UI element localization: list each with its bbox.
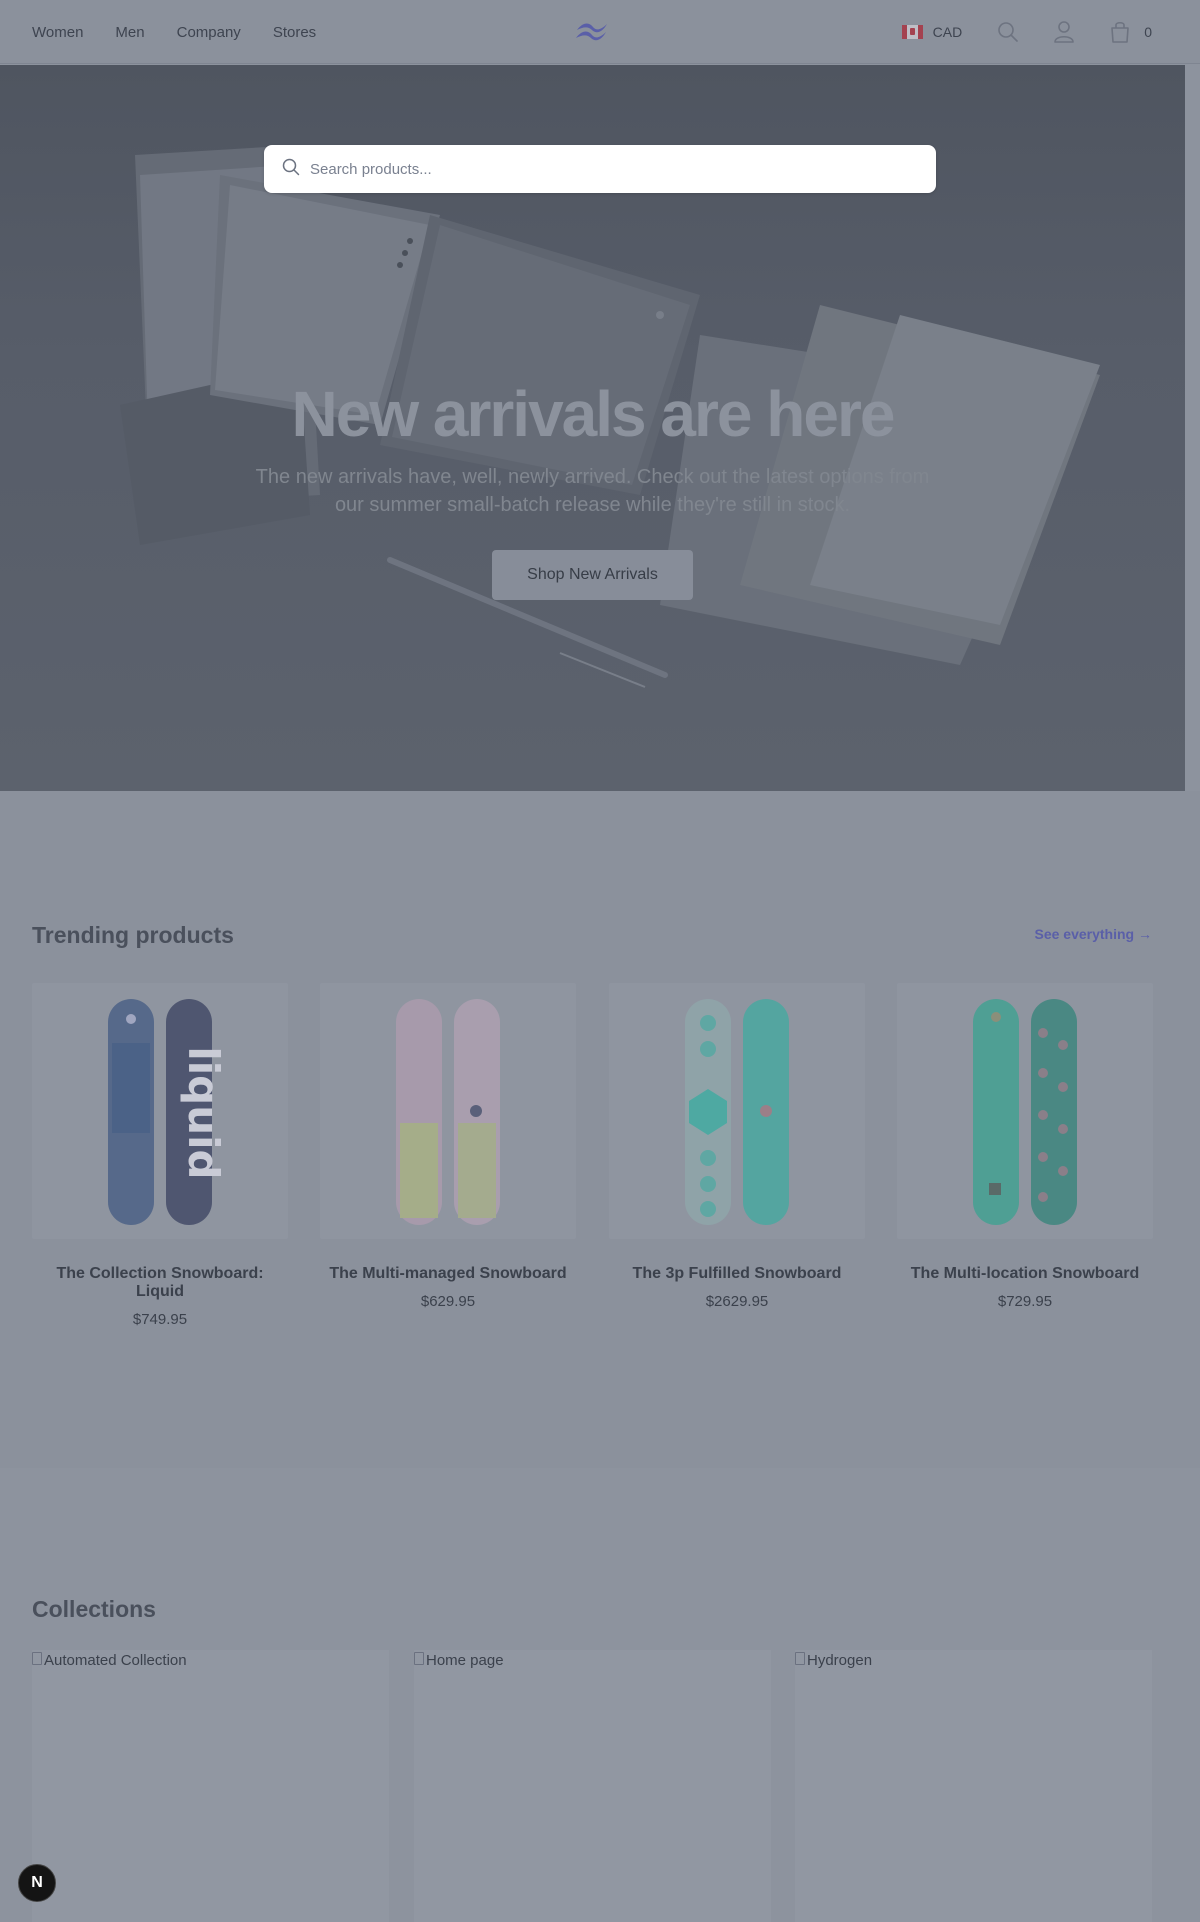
shop-new-arrivals-button[interactable]: Shop New Arrivals — [492, 550, 693, 600]
header-actions: CAD 0 — [901, 0, 1152, 64]
user-account-icon[interactable] — [1052, 20, 1076, 44]
hero-title: New arrivals are here — [291, 378, 896, 450]
product-card[interactable]: liquid The Collection Snowboard: Liquid … — [32, 983, 288, 1328]
hero-banner: New arrivals are here The new arrivals h… — [0, 65, 1185, 791]
main-nav: Women Men Company Stores — [32, 0, 316, 64]
collection-card[interactable]: Automated Collection — [32, 1650, 389, 1922]
see-everything-link[interactable]: See everything → — [1035, 926, 1153, 942]
collection-card[interactable]: Hydrogen — [795, 1650, 1152, 1922]
product-price: $2629.95 — [705, 1293, 769, 1310]
currency-selector[interactable]: CAD — [901, 24, 963, 40]
product-price: $749.95 — [132, 1311, 188, 1328]
search-bar[interactable] — [264, 145, 936, 193]
product-card[interactable]: The Multi-managed Snowboard $629.95 — [320, 983, 576, 1310]
product-card[interactable]: The Multi-location Snowboard $729.95 — [897, 983, 1153, 1310]
collection-card[interactable]: Home page — [414, 1650, 771, 1922]
svg-text:liquid: liquid — [179, 1046, 228, 1179]
site-header: Women Men Company Stores CAD 0 — [0, 0, 1200, 64]
collections-title: Collections — [32, 1596, 156, 1622]
product-card[interactable]: The 3p Fulfilled Snowboard $2629.95 — [609, 983, 865, 1310]
product-price: $629.95 — [420, 1293, 476, 1310]
nav-women-link[interactable]: Women — [32, 24, 83, 41]
trending-title: Trending products — [32, 922, 234, 948]
product-name[interactable]: The Collection Snowboard: Liquid — [32, 1265, 288, 1301]
collection-image-alt: Home page — [426, 1652, 504, 1669]
next-dev-tools-button[interactable]: N — [18, 1864, 56, 1902]
hero-subtitle: The new arrivals have, well, newly arriv… — [255, 466, 930, 516]
search-icon[interactable] — [996, 20, 1020, 44]
cart-count[interactable]: 0 — [1144, 24, 1152, 40]
canada-flag-icon — [901, 25, 923, 39]
search-icon — [282, 158, 300, 181]
trending-products-section: Trending products See everything → liqui… — [0, 791, 1200, 1468]
tailwind-wave-logo-icon[interactable] — [574, 18, 610, 44]
product-name[interactable]: The Multi-managed Snowboard — [320, 1265, 576, 1283]
currency-label: CAD — [932, 24, 963, 40]
search-input[interactable] — [310, 160, 910, 178]
shopping-bag-icon[interactable] — [1108, 20, 1132, 44]
nav-men-link[interactable]: Men — [115, 24, 144, 41]
nav-stores-link[interactable]: Stores — [273, 24, 316, 41]
product-name[interactable]: The Multi-location Snowboard — [897, 1265, 1153, 1283]
collection-image-alt: Hydrogen — [807, 1652, 873, 1669]
nav-company-link[interactable]: Company — [177, 24, 241, 41]
product-image[interactable]: liquid — [32, 983, 288, 1239]
product-name[interactable]: The 3p Fulfilled Snowboard — [609, 1265, 865, 1283]
product-price: $729.95 — [997, 1293, 1053, 1310]
product-image[interactable] — [320, 983, 576, 1239]
collections-section: Collections Automated Collection Home pa… — [0, 1468, 1200, 1922]
product-image[interactable] — [609, 983, 865, 1239]
product-image[interactable] — [897, 983, 1153, 1239]
collection-image-alt: Automated Collection — [44, 1652, 187, 1669]
